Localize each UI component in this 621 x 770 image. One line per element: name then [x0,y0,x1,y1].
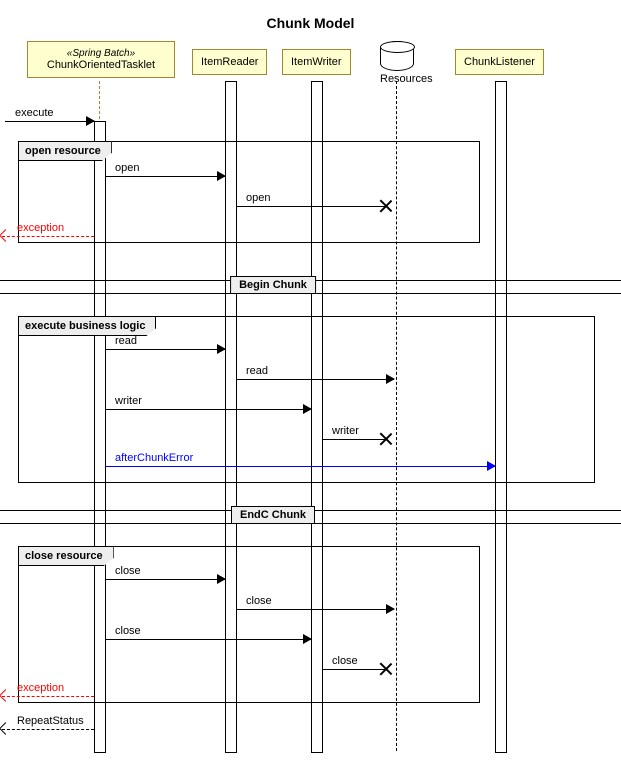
divider-begin-chunk: Begin Chunk [0,276,621,298]
divider-label: Begin Chunk [230,276,316,294]
participant-writer: ItemWriter [282,49,351,75]
message-label: writer [332,425,359,437]
divider-label: EndC Chunk [231,506,315,524]
participant-reader: ItemReader [192,49,267,75]
message-after-chunk-error: afterChunkError [105,466,495,467]
message-writer: writer [322,439,386,440]
participant-label: ItemWriter [291,56,342,68]
participant-listener: ChunkListener [455,49,544,75]
message-label: exception [17,682,64,694]
message-exception: exception [2,236,94,237]
message-label: close [246,595,272,607]
participant-label: ChunkOrientedTasklet [36,59,166,71]
destroy-icon [380,663,392,675]
message-label: writer [115,395,142,407]
message-label: close [115,625,141,637]
message-label: execute [15,107,54,119]
message-execute: execute [5,121,94,122]
database-icon [380,41,414,71]
diagram-title: Chunk Model [0,0,621,41]
message-close: close [236,609,394,610]
message-open: open [236,206,386,207]
message-writer: writer [105,409,311,410]
message-label: close [115,565,141,577]
message-label: exception [17,222,64,234]
participant-tasklet: «Spring Batch» ChunkOrientedTasklet [27,41,175,78]
participant-label: Resources [380,73,416,85]
message-label: read [115,335,137,347]
frame-business-logic: execute business logic [18,316,595,483]
message-close: close [105,579,225,580]
stereotype-label: «Spring Batch» [36,48,166,59]
frame-label: close resource [18,546,114,566]
destroy-icon [380,433,392,445]
participant-label: ItemReader [201,56,258,68]
message-exception: exception [2,696,94,697]
message-read: read [105,349,225,350]
message-close: close [105,639,311,640]
message-open: open [105,176,225,177]
message-repeat-status: RepeatStatus [2,729,94,730]
message-label: afterChunkError [115,452,193,464]
frame-label: execute business logic [18,316,156,336]
frame-label: open resource [18,141,112,161]
message-read: read [236,379,394,380]
participant-label: ChunkListener [464,56,535,68]
message-label: read [246,365,268,377]
participant-resources: Resources [380,41,416,85]
message-label: close [332,655,358,667]
sequence-diagram: «Spring Batch» ChunkOrientedTasklet Item… [0,41,621,751]
message-label: open [115,162,139,174]
message-close: close [322,669,386,670]
message-label: open [246,192,270,204]
frame-close-resource: close resource [18,546,480,703]
message-label: RepeatStatus [17,715,84,727]
destroy-icon [380,200,392,212]
divider-end-chunk: EndC Chunk [0,506,621,528]
